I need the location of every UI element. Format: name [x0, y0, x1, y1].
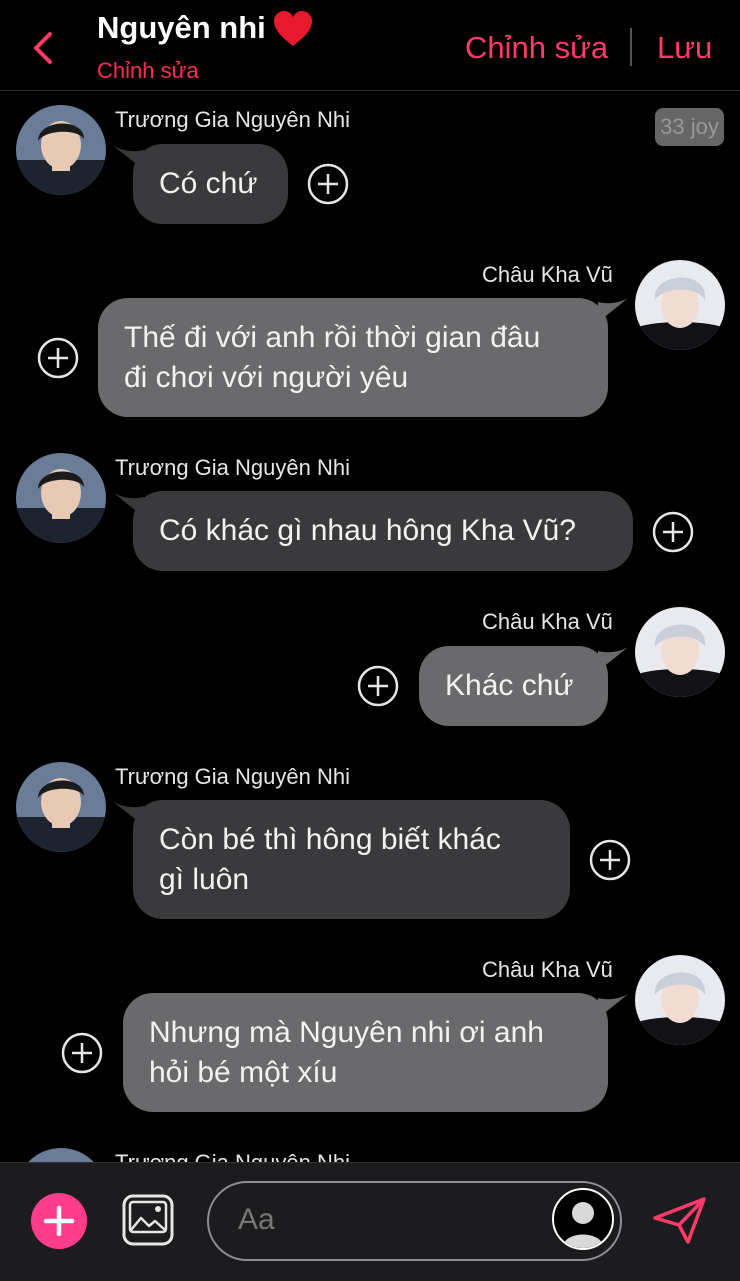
- sender-name: Châu Kha Vũ: [482, 262, 613, 287]
- edit-button[interactable]: Chỉnh sửa: [465, 30, 608, 66]
- message-bubble[interactable]: Có chứ: [133, 144, 288, 224]
- add-reaction-icon[interactable]: [307, 163, 349, 205]
- message-bubble[interactable]: Nhưng mà Nguyên nhi ơi anh hỏi bé một xí…: [123, 993, 608, 1112]
- chat-header: Nguyên nhi Chỉnh sửa Chỉnh sửa Lưu: [0, 0, 740, 91]
- save-button[interactable]: Lưu: [657, 30, 712, 66]
- image-icon[interactable]: [121, 1193, 175, 1247]
- message-text: Có khác gì nhau hông Kha Vũ?: [159, 514, 576, 547]
- message-bubble[interactable]: Thế đi với anh rồi thời gian đâu đi chơi…: [98, 298, 608, 417]
- sender-name: Châu Kha Vũ: [482, 957, 613, 982]
- chat-subtitle: Chỉnh sửa: [97, 58, 199, 83]
- message-text: đi chơi với người yêu: [124, 361, 409, 394]
- add-reaction-icon[interactable]: [37, 337, 79, 379]
- add-reaction-icon[interactable]: [357, 665, 399, 707]
- header-divider: [630, 28, 632, 66]
- sender-name: Trương Gia Nguyên Nhi: [115, 764, 350, 789]
- person-silhouette-icon[interactable]: [552, 1188, 614, 1250]
- sender-name: Trương Gia Nguyên Nhi: [115, 455, 350, 480]
- message-bubble[interactable]: Còn bé thì hông biết khác gì luôn: [133, 800, 570, 919]
- avatar[interactable]: [635, 260, 725, 350]
- message-text: Thế đi với anh rồi thời gian đâu: [124, 321, 541, 354]
- avatar[interactable]: [635, 955, 725, 1045]
- send-icon[interactable]: [652, 1196, 708, 1246]
- avatar[interactable]: [16, 105, 106, 195]
- add-reaction-icon[interactable]: [652, 511, 694, 553]
- plus-icon[interactable]: [31, 1193, 87, 1249]
- message-text: gì luôn: [159, 863, 250, 896]
- message-input-placeholder: Aa: [238, 1203, 275, 1236]
- message-text: Nhưng mà Nguyên nhi ơi anh: [149, 1016, 544, 1049]
- chevron-left-icon[interactable]: [26, 28, 62, 68]
- message-bubble[interactable]: Có khác gì nhau hông Kha Vũ?: [133, 491, 633, 571]
- message-text: hỏi bé một xíu: [149, 1056, 338, 1089]
- add-reaction-icon[interactable]: [61, 1032, 103, 1074]
- message-text: Còn bé thì hông biết khác: [159, 823, 501, 856]
- sender-name: Trương Gia Nguyên Nhi: [115, 107, 350, 132]
- avatar[interactable]: [16, 762, 106, 852]
- chat-title: Nguyên nhi: [97, 10, 266, 45]
- avatar[interactable]: [16, 453, 106, 543]
- avatar[interactable]: [635, 607, 725, 697]
- message-bubble[interactable]: Khác chứ: [419, 646, 608, 726]
- message-text: Khác chứ: [445, 669, 574, 702]
- heart-icon: [274, 11, 312, 46]
- sender-name: Châu Kha Vũ: [482, 609, 613, 634]
- add-reaction-icon[interactable]: [589, 839, 631, 881]
- message-text: Có chứ: [159, 167, 258, 200]
- timestamp-badge: 33 joy: [655, 108, 724, 146]
